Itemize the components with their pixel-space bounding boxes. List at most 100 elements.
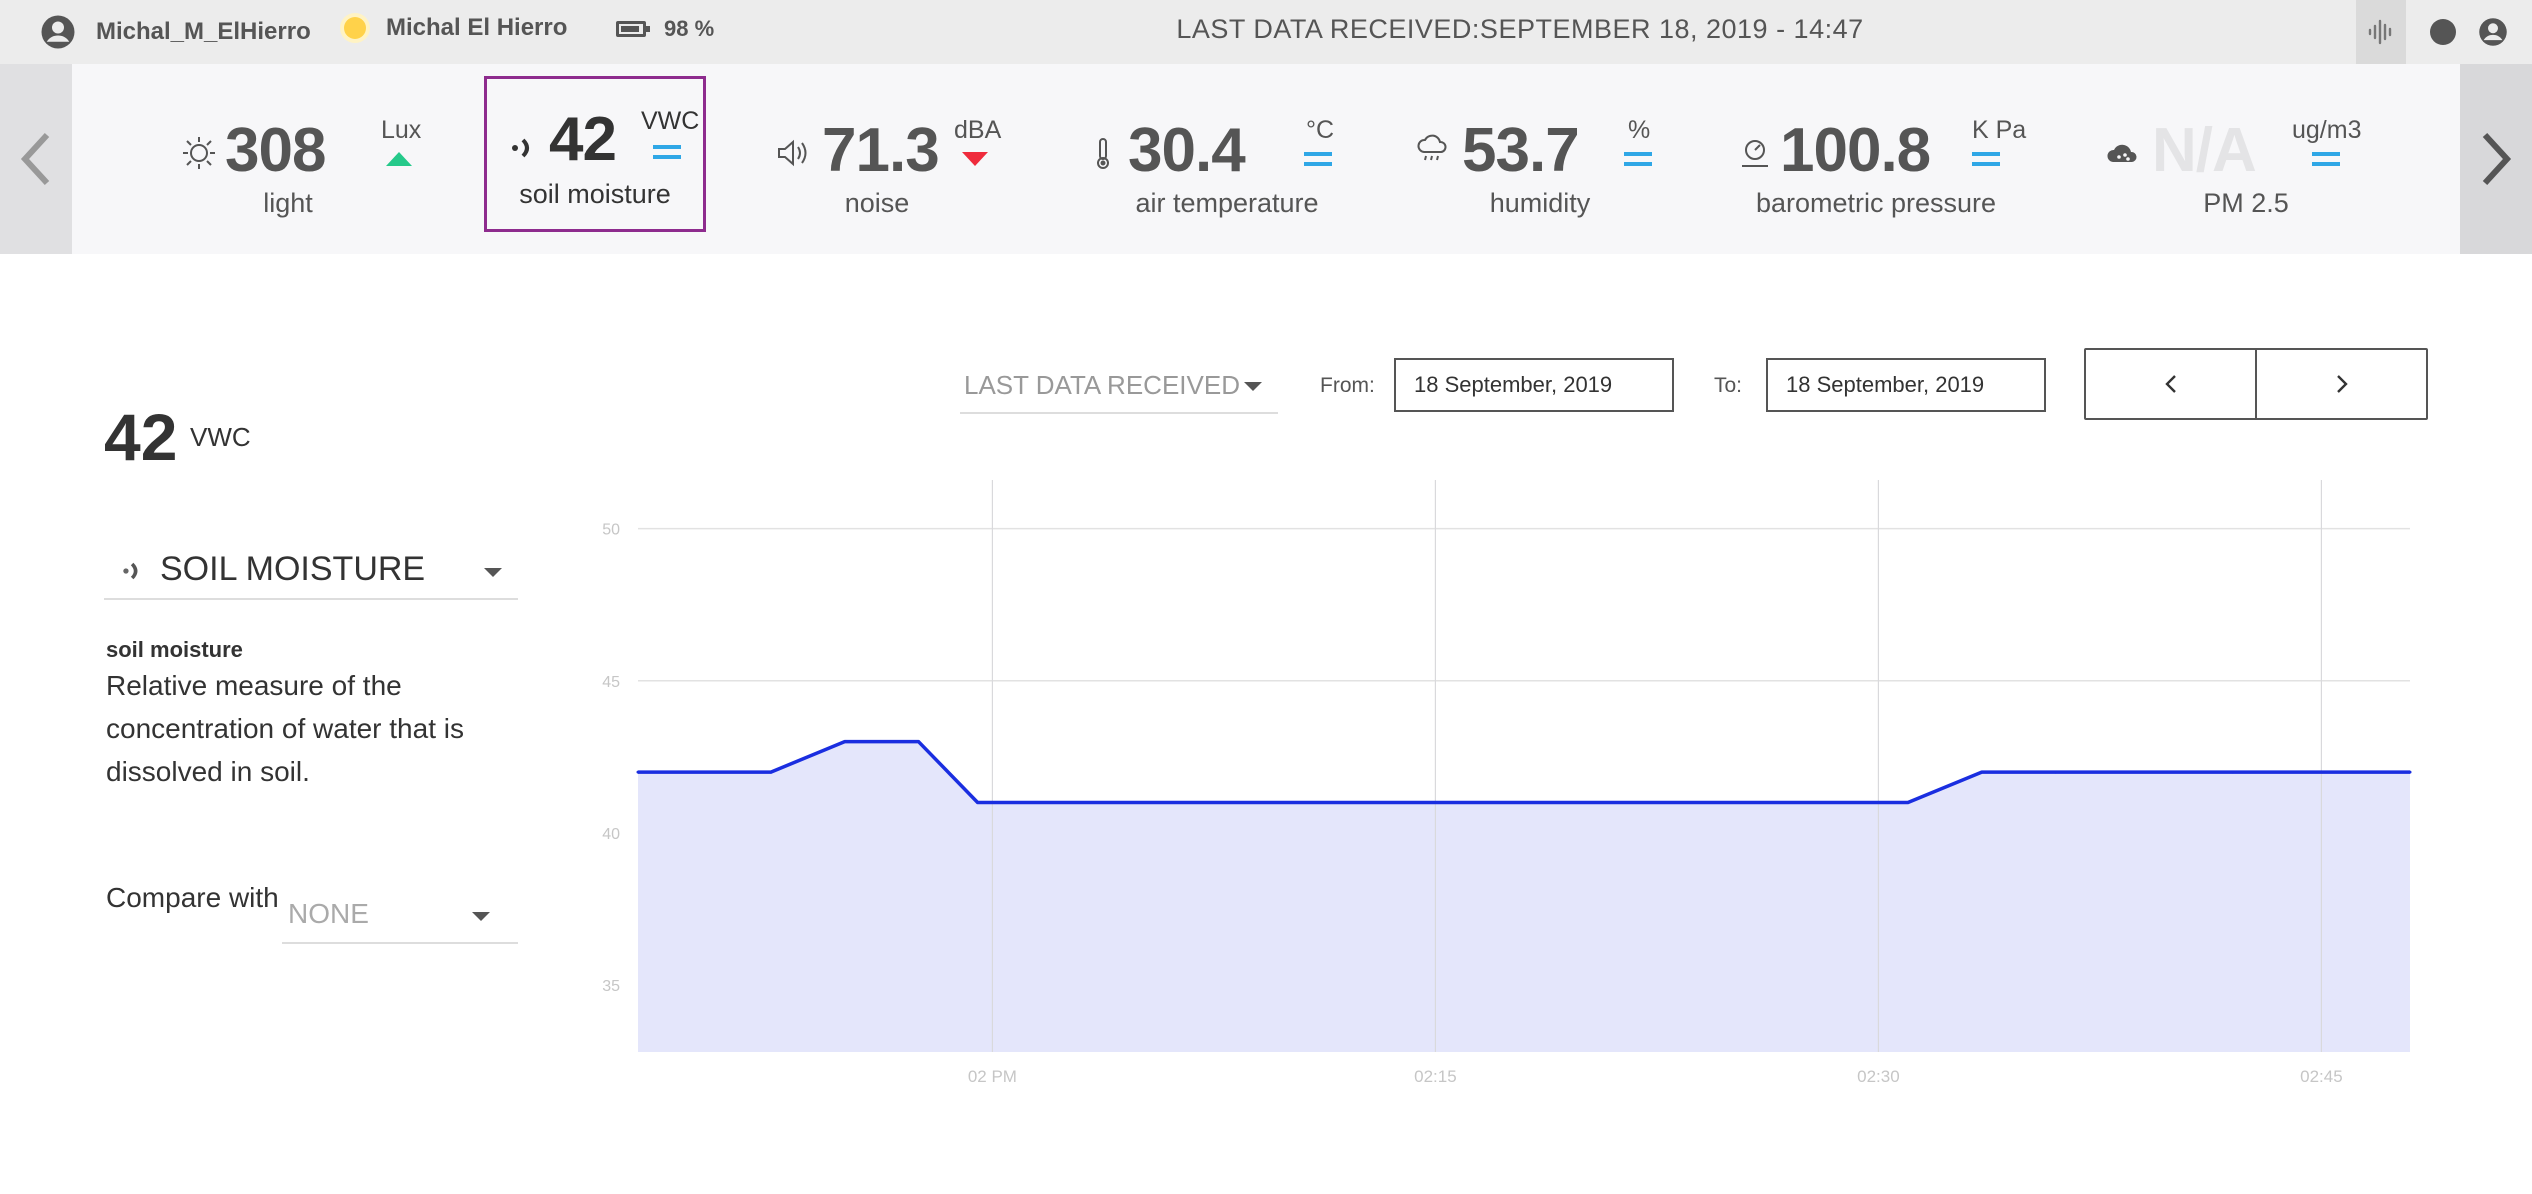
sensor-name: air temperature <box>1135 188 1319 218</box>
data-point <box>2408 770 2412 774</box>
sensor-value: N/A <box>2152 116 2257 185</box>
last-data-received: LAST DATA RECEIVED:SEPTEMBER 18, 2019 - … <box>1176 14 1864 44</box>
data-point <box>1758 801 1762 805</box>
profile-icon[interactable] <box>2478 17 2508 47</box>
y-tick-label: 45 <box>602 674 620 691</box>
trend-up-icon <box>386 152 412 166</box>
y-tick-label: 35 <box>602 978 620 995</box>
sensor-chart: 35 40 45 50 02 PM 02:15 02:30 02:45 <box>602 480 2412 1086</box>
data-point <box>769 770 773 774</box>
sensor-noise[interactable]: 71.3 dBA noise <box>770 76 1010 232</box>
data-point <box>1049 801 1053 805</box>
chevron-right-icon <box>2482 132 2512 186</box>
trend-flat-icon <box>653 145 681 161</box>
from-label: From: <box>1320 374 1375 397</box>
gauge-icon <box>1742 140 1768 167</box>
speaker-icon <box>778 139 807 167</box>
data-point <box>976 801 980 805</box>
waveform-button[interactable] <box>2356 0 2406 64</box>
to-label: To: <box>1714 374 1743 397</box>
waveform-icon <box>2368 19 2392 45</box>
chevron-right-icon <box>2336 375 2348 393</box>
rain-cloud-icon <box>1417 134 1447 161</box>
sensor-unit: dBA <box>954 116 1002 144</box>
data-point <box>2054 770 2058 774</box>
compare-label: Compare with <box>106 882 279 913</box>
sensor-light[interactable]: 308 Lux light <box>170 76 440 232</box>
account-icon <box>41 15 75 49</box>
sensor-humidity[interactable]: 53.7 % humidity <box>1410 76 1670 232</box>
trend-flat-icon <box>1972 152 2000 168</box>
sensor-unit: K Pa <box>1972 116 2027 144</box>
data-point <box>1581 801 1585 805</box>
sensor-select-value: SOIL MOISTURE <box>160 550 426 588</box>
sensor-unit: VWC <box>641 107 700 135</box>
sensor-barometric-pressure[interactable]: 100.8 K Pa barometric pressure <box>1736 76 2036 232</box>
sensor-name: barometric pressure <box>1755 188 1997 218</box>
data-point <box>636 770 640 774</box>
record-dot-icon[interactable] <box>2430 19 2456 45</box>
from-date-input[interactable] <box>1394 358 1674 412</box>
chevron-down-icon <box>472 912 490 921</box>
compare-select[interactable]: NONE <box>282 890 518 944</box>
battery-level: 98 % <box>664 16 715 41</box>
sensor-unit: % <box>1628 116 1651 144</box>
series-area <box>638 741 2410 1052</box>
compare-select-value: NONE <box>288 898 369 929</box>
sun-status-icon <box>344 17 366 39</box>
current-value: 42 <box>104 400 178 474</box>
sensors-prev-button[interactable] <box>0 64 72 254</box>
username: Michal_M_ElHierro <box>96 18 311 45</box>
sensor-select[interactable]: SOIL MOISTURE <box>104 546 518 600</box>
x-tick-label: 02:45 <box>2300 1067 2343 1086</box>
trend-flat-icon <box>2312 152 2340 168</box>
chevron-left-icon <box>2164 375 2176 393</box>
to-date-input[interactable] <box>1766 358 2046 412</box>
period-pager <box>2084 348 2428 420</box>
sensor-value: 30.4 <box>1128 116 1246 185</box>
sensor-name: noise <box>844 188 910 218</box>
sensor-name: light <box>263 188 313 218</box>
description-text: Relative measure of the concentration of… <box>106 670 464 787</box>
kit-name: Michal El Hierro <box>386 14 568 41</box>
x-tick-label: 02 PM <box>968 1067 1017 1086</box>
sensor-value: 100.8 <box>1780 116 1931 185</box>
range-select-value: LAST DATA RECEIVED <box>964 370 1240 400</box>
sensor-unit: °C <box>1306 116 1335 144</box>
chevron-down-icon <box>484 568 502 577</box>
soil-moisture-icon <box>512 138 529 158</box>
battery-status: 98 % <box>616 16 714 42</box>
sensors-next-button[interactable] <box>2460 64 2532 254</box>
prev-period-button[interactable] <box>2086 350 2255 418</box>
sensor-name: PM 2.5 <box>2203 188 2289 218</box>
thermometer-icon <box>1097 138 1109 169</box>
battery-icon <box>616 21 650 37</box>
x-tick-label: 02:15 <box>1414 1067 1457 1086</box>
description-title: soil moisture <box>106 637 243 662</box>
data-point <box>843 740 847 744</box>
data-point <box>1227 801 1231 805</box>
sensor-unit: Lux <box>381 116 422 144</box>
sensor-pm25[interactable]: N/A ug/m3 PM 2.5 <box>2100 76 2400 232</box>
x-tick-label: 02:30 <box>1857 1067 1900 1086</box>
sensor-value: 308 <box>225 116 326 185</box>
topbar-actions <box>2356 0 2532 64</box>
current-unit: VWC <box>190 422 251 452</box>
data-point <box>917 740 921 744</box>
sensor-unit: ug/m3 <box>2292 116 2362 144</box>
next-period-button[interactable] <box>2255 350 2426 418</box>
light-icon <box>183 137 215 169</box>
y-tick-label: 40 <box>602 826 620 843</box>
user-menu[interactable]: Michal_M_ElHierro <box>40 14 311 50</box>
sensor-value: 53.7 <box>1462 116 1580 185</box>
sensor-value: 71.3 <box>822 116 940 185</box>
particles-cloud-icon <box>2107 144 2137 162</box>
kit-status[interactable]: Michal El Hierro <box>344 14 567 42</box>
sensor-air-temperature[interactable]: 30.4 °C air temperature <box>1080 76 1340 232</box>
trend-flat-icon <box>1624 152 1652 168</box>
soil-moisture-icon <box>123 562 138 580</box>
trend-down-icon <box>962 152 988 166</box>
range-select[interactable]: LAST DATA RECEIVED <box>960 362 1278 414</box>
chevron-down-icon <box>1244 382 1262 391</box>
sensor-soil-moisture[interactable]: 42 VWC soil moisture <box>484 76 706 232</box>
